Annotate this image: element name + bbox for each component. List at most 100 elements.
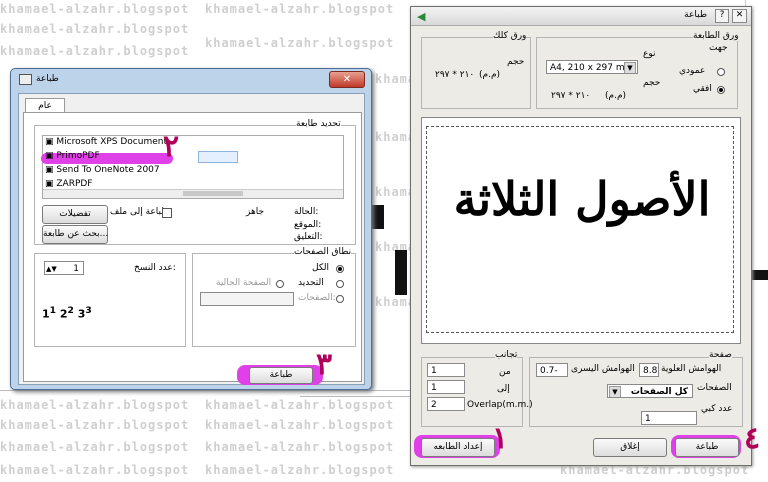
- copies-value: 1: [73, 264, 79, 274]
- watermark-text: khamael-alzahr.blogspot: [205, 440, 395, 454]
- close-button[interactable]: إغلاق: [593, 438, 667, 457]
- close-icon[interactable]: ✕: [329, 71, 365, 88]
- print-button[interactable]: طباعة: [249, 367, 313, 384]
- printer-item[interactable]: ▣ Send To OneNote 2007: [45, 165, 160, 175]
- range-current-label: الصفحة الحالية: [216, 278, 272, 288]
- pages-label: الصفحات: [697, 383, 732, 393]
- paper-size-label: حجم: [643, 78, 661, 88]
- printer-item[interactable]: ▣ PrimoPDF: [45, 151, 100, 161]
- left-margin-label: الهوامش اليسرى: [571, 364, 635, 374]
- collate-illustration: 11 22 33: [42, 305, 92, 321]
- printer-name: Microsoft XPS Document: [56, 137, 167, 147]
- doc-paper-label: ورق كلك: [493, 31, 527, 41]
- print-button[interactable]: طباعة: [675, 438, 739, 457]
- range-selection-label: التحديد: [298, 278, 324, 288]
- watermark-text: khamael-alzahr.blogspot: [205, 2, 395, 16]
- overlap-input[interactable]: 2: [427, 397, 465, 411]
- app-icon: ◀: [417, 10, 426, 23]
- title-bar: طباعة ✕: [11, 69, 371, 91]
- chevron-down-icon[interactable]: ▼: [624, 62, 636, 73]
- landscape-radio[interactable]: [717, 86, 725, 94]
- annotation-number: ٤: [744, 421, 761, 456]
- watermark-text: khamael-alzahr.blogspot: [205, 398, 395, 412]
- paper-type-select[interactable]: A4, 210 x 297 mm ▼: [546, 60, 638, 74]
- range-selection-radio[interactable]: [336, 280, 344, 288]
- dialog-client: عام تحديد طابعة ▣ Microsoft XPS Document…: [18, 93, 365, 385]
- rename-field[interactable]: [198, 151, 238, 163]
- copies-label: عدد النسخ:: [134, 263, 176, 273]
- paper-type-value: A4, 210 x 297 mm: [550, 63, 634, 73]
- overlap-label: Overlap(m.m.): [467, 400, 533, 410]
- spinner-icon[interactable]: ▲▼: [46, 262, 57, 274]
- preview-title: الأصول الثلاثة: [453, 172, 711, 226]
- dialog-title: طباعة: [36, 74, 59, 84]
- find-printer-button[interactable]: بحث عن طابعة...: [42, 225, 108, 244]
- to-value: 1: [431, 383, 437, 393]
- watermark-text: khamael-alzahr.blogspot: [205, 418, 395, 432]
- watermark-text: khamael-alzahr.blogspot: [0, 44, 190, 58]
- left-margin-input[interactable]: 0.7-: [536, 363, 568, 377]
- top-margin-value: 8.8: [643, 366, 658, 376]
- pages-select[interactable]: ▼ كل الصفحات: [607, 384, 693, 398]
- tab-panel: تحديد طابعة ▣ Microsoft XPS Document ▣ P…: [23, 112, 362, 382]
- doc-size-unit: (م.م): [479, 70, 501, 80]
- orientation-label: جهت: [709, 43, 728, 53]
- print-dialog: طباعة ✕ عام تحديد طابعة ▣ Microsoft XPS …: [10, 68, 372, 390]
- copies-input[interactable]: ▲▼ 1: [44, 261, 84, 275]
- to-input[interactable]: 1: [427, 380, 465, 394]
- from-label: من: [499, 367, 511, 377]
- printer-name: Send To OneNote 2007: [56, 165, 160, 175]
- printer-name: ZARPDF: [56, 179, 93, 189]
- status-value: جاهز: [246, 207, 265, 217]
- watermark-text: khamael-alzahr.blogspot: [205, 36, 395, 50]
- printer-paper-label: ورق الطابعة: [693, 31, 739, 41]
- collate-page: 1: [42, 307, 50, 321]
- annotation-number: ٢: [163, 129, 180, 164]
- doc-rule: [300, 396, 415, 397]
- title-bar: ◀ طباعة ? ✕: [411, 7, 751, 26]
- page-range-label: نطاق الصفحات: [294, 247, 352, 257]
- doc-size-value: ٢١٠ * ٢٩٧: [435, 70, 475, 80]
- printer-item[interactable]: ▣ ZARPDF: [45, 179, 93, 189]
- page-group-label: صفحة: [709, 350, 732, 360]
- comment-label: التعليق:: [294, 232, 323, 242]
- close-icon[interactable]: ✕: [732, 9, 747, 23]
- pages-value: كل الصفحات: [630, 387, 688, 397]
- watermark-text: khamael-alzahr.blogspot: [0, 22, 190, 36]
- watermark-text: khamael-alzahr.blogspot: [0, 463, 190, 477]
- from-input[interactable]: 1: [427, 363, 465, 377]
- dialog-title: طباعة: [684, 10, 707, 20]
- annotation-number: ٣: [316, 347, 333, 382]
- print-to-file-label: طباعة إلى ملف: [110, 207, 169, 217]
- printer-icon: [19, 74, 32, 85]
- status-label: الحالة:: [294, 207, 319, 217]
- range-current-radio[interactable]: [276, 280, 284, 288]
- ink-stroke: [370, 205, 384, 229]
- watermark-text: khamael-alzahr.blogspot: [0, 418, 190, 432]
- tab-general[interactable]: عام: [25, 98, 65, 113]
- printer-setup-button[interactable]: إعداد الطابعه: [421, 438, 495, 457]
- page-copies-input[interactable]: 1: [641, 411, 697, 425]
- print-settings-dialog: ◀ طباعة ? ✕ ورق الطابعة جهت عمودي افقي ن…: [410, 6, 752, 466]
- paper-type-label: نوع: [643, 49, 656, 59]
- top-margin-input[interactable]: 8.8: [639, 363, 659, 377]
- doc-size-label: حجم: [507, 57, 525, 67]
- portrait-radio[interactable]: [717, 68, 725, 76]
- range-all-radio[interactable]: [336, 265, 344, 273]
- printer-list[interactable]: ▣ Microsoft XPS Document ▣ PrimoPDF ▣ Se…: [41, 135, 344, 199]
- left-margin-value: 0.7-: [540, 366, 558, 376]
- help-icon[interactable]: ?: [715, 9, 729, 23]
- printer-item[interactable]: ▣ Microsoft XPS Document: [45, 137, 167, 147]
- chevron-down-icon[interactable]: ▼: [609, 386, 621, 397]
- print-to-file-checkbox[interactable]: [162, 208, 172, 218]
- collate-page: 2: [59, 307, 68, 321]
- tiling-group-label: تجانب: [495, 350, 518, 360]
- horizontal-scrollbar[interactable]: [43, 189, 343, 198]
- overlap-value: 2: [431, 400, 437, 410]
- scrollbar-thumb[interactable]: [183, 191, 243, 196]
- collate-page: 1: [49, 305, 57, 316]
- range-pages-input[interactable]: [200, 292, 294, 306]
- range-pages-radio[interactable]: [336, 295, 344, 303]
- preferences-button[interactable]: تفضيلات: [42, 205, 108, 224]
- annotation-number: ١: [492, 421, 509, 456]
